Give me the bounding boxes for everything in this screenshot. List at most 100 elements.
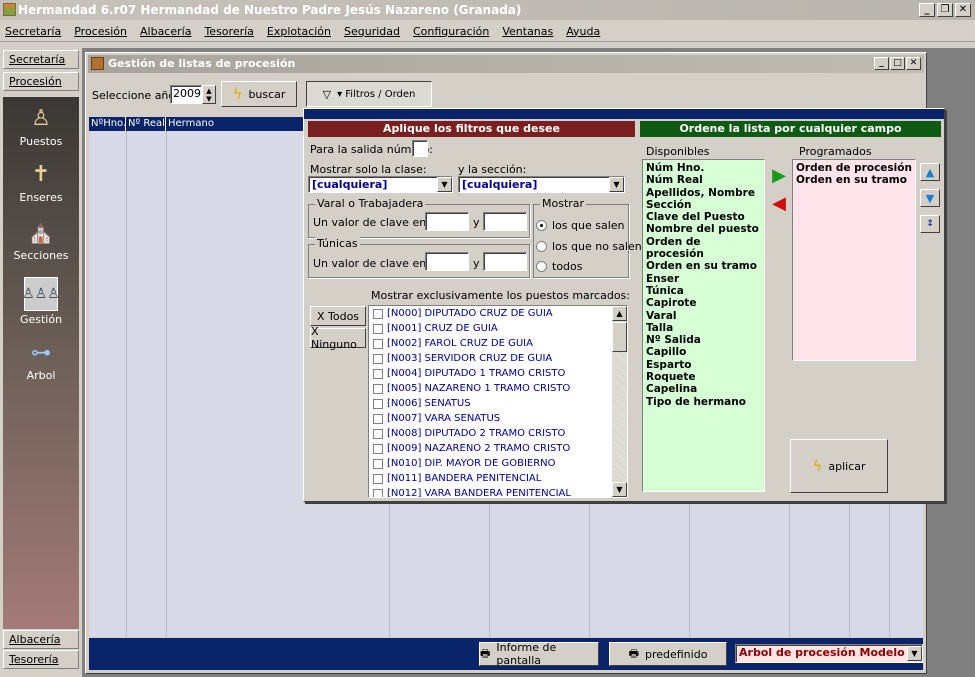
list-item[interactable]: Enser bbox=[646, 273, 761, 285]
search-button[interactable]: ϟ buscar bbox=[221, 81, 297, 107]
list-item[interactable]: Clave del Puesto bbox=[646, 211, 761, 223]
select-all-button[interactable]: X Todos bbox=[310, 306, 366, 326]
list-item[interactable]: Capillo bbox=[646, 346, 761, 358]
nav-albaceria-button[interactable]: Albacería bbox=[3, 630, 79, 649]
nav-tesoreria-button[interactable]: Tesorería bbox=[3, 650, 79, 669]
restore-icon[interactable]: ❐ bbox=[937, 3, 953, 17]
list-item[interactable]: Orden en su tramo bbox=[646, 260, 761, 272]
available-fields-list[interactable]: Núm Hno. Núm Real Apellidos, Nombre Secc… bbox=[642, 159, 765, 492]
list-item[interactable]: [N001] CRUZ DE GUIA bbox=[373, 321, 498, 336]
list-item[interactable]: [N002] FAROL CRUZ DE GUIA bbox=[373, 336, 533, 351]
list-item[interactable]: [N009] NAZARENO 2 TRAMO CRISTO bbox=[373, 441, 570, 456]
list-item[interactable]: Apellidos, Nombre bbox=[646, 187, 761, 199]
list-item[interactable]: Capelina bbox=[646, 383, 761, 395]
apply-button[interactable]: ϟ aplicar bbox=[790, 439, 888, 493]
tunicas-from-input[interactable] bbox=[425, 252, 469, 271]
list-item[interactable]: Orden en su tramo bbox=[796, 174, 912, 186]
list-item[interactable]: Nº Salida bbox=[646, 334, 761, 346]
list-item[interactable]: Sección bbox=[646, 199, 761, 211]
list-item[interactable]: Orden de procesión bbox=[646, 236, 761, 261]
menu-procesion[interactable]: Procesión bbox=[74, 25, 127, 38]
radio-los-que-salen[interactable]: los que salen bbox=[536, 219, 625, 232]
move-down-icon[interactable]: ▼ bbox=[920, 189, 940, 207]
puestos-checklist[interactable]: [N000] DIPUTADO CRUZ DE GUIA [N001] CRUZ… bbox=[368, 305, 628, 498]
filters-order-button[interactable]: ▽ ▾ Filtros / Orden bbox=[306, 81, 432, 107]
list-item[interactable]: Núm Real bbox=[646, 174, 761, 186]
screen-report-button[interactable]: 🖶 Informe de pantalla bbox=[479, 641, 599, 667]
list-item[interactable]: Varal bbox=[646, 310, 761, 322]
col-hermano[interactable]: Hermano bbox=[166, 117, 296, 131]
nav-arbol[interactable]: ⊶ Arbol bbox=[3, 337, 79, 382]
nav-enseres[interactable]: ✝ Enseres bbox=[3, 159, 79, 205]
tunicas-to-input[interactable] bbox=[483, 252, 527, 271]
col-num-hno[interactable]: NºHno. bbox=[89, 117, 126, 131]
list-item[interactable]: Tipo de hermano bbox=[646, 396, 761, 408]
list-item[interactable]: Roquete bbox=[646, 371, 761, 383]
marked-label: Mostrar exclusivamente los puestos marca… bbox=[371, 289, 630, 302]
menu-albaceria[interactable]: Albacería bbox=[140, 25, 191, 38]
menu-ayuda[interactable]: Ayuda bbox=[566, 25, 600, 38]
remove-field-arrow-icon[interactable]: ◀ bbox=[769, 193, 789, 214]
col-num-real[interactable]: Nº Real bbox=[126, 117, 166, 131]
list-item[interactable]: [N008] DIPUTADO 2 TRAMO CRISTO bbox=[373, 426, 565, 441]
default-report-button[interactable]: 🖶 predefinido bbox=[609, 642, 727, 666]
puestos-scrollbar[interactable]: ▲ ▼ bbox=[612, 306, 627, 497]
close-icon[interactable]: ✕ bbox=[955, 3, 971, 17]
list-item[interactable]: Esparto bbox=[646, 359, 761, 371]
chevron-down-icon[interactable]: ▼ bbox=[437, 177, 452, 192]
nav-gestion[interactable]: ♙♙♙ Gestión bbox=[3, 277, 79, 326]
list-item[interactable]: Nombre del puesto bbox=[646, 223, 761, 235]
list-item[interactable]: [N010] DIP. MAYOR DE GOBIERNO bbox=[373, 456, 556, 471]
list-item[interactable]: Talla bbox=[646, 322, 761, 334]
seccion-select[interactable]: [cualquiera] ▼ bbox=[458, 176, 625, 193]
paso-icon: ⛪ bbox=[27, 219, 55, 245]
scroll-down-icon[interactable]: ▼ bbox=[612, 482, 627, 497]
varal-to-input[interactable] bbox=[483, 212, 527, 231]
minimize-icon[interactable]: _ bbox=[919, 3, 935, 17]
nav-procesion-button[interactable]: Procesión bbox=[3, 72, 79, 91]
list-item[interactable]: [N007] VARA SENATUS bbox=[373, 411, 500, 426]
report-model-select[interactable]: Arbol de procesión Modelo 1 ▼ bbox=[735, 644, 923, 663]
chevron-down-icon[interactable]: ▼ bbox=[609, 177, 624, 192]
menu-ventanas[interactable]: Ventanas bbox=[502, 25, 553, 38]
list-item[interactable]: [N000] DIPUTADO CRUZ DE GUIA bbox=[373, 306, 553, 321]
year-spinner[interactable]: ▲ ▼ bbox=[202, 85, 216, 104]
nav-puestos[interactable]: ♙ Puestos bbox=[3, 103, 79, 149]
app-title: Hermandad 6.r07 Hermandad de Nuestro Pad… bbox=[18, 3, 522, 17]
select-none-button[interactable]: X Ninguno bbox=[310, 325, 366, 351]
list-item[interactable]: Capirote bbox=[646, 297, 761, 309]
list-item[interactable]: Túnica bbox=[646, 285, 761, 297]
programmed-fields-list[interactable]: Orden de procesión Orden en su tramo bbox=[792, 159, 916, 361]
menu-configuracion[interactable]: Configuración bbox=[413, 25, 489, 38]
printer-icon: 🖶 bbox=[628, 646, 639, 660]
menu-seguridad[interactable]: Seguridad bbox=[344, 25, 400, 38]
nav-secretaria-button[interactable]: Secretaría bbox=[3, 50, 79, 69]
radio-los-que-no-salen[interactable]: los que no salen bbox=[536, 240, 642, 253]
menu-secretaria[interactable]: Secretaría bbox=[5, 25, 61, 38]
add-field-arrow-icon[interactable]: ▶ bbox=[769, 165, 789, 186]
scroll-thumb[interactable] bbox=[612, 322, 627, 352]
varal-from-input[interactable] bbox=[425, 212, 469, 231]
list-item[interactable]: [N005] NAZARENO 1 TRAMO CRISTO bbox=[373, 381, 570, 396]
menu-tesoreria[interactable]: Tesorería bbox=[204, 25, 253, 38]
move-up-icon[interactable]: ▲ bbox=[920, 163, 940, 181]
child-maximize-icon[interactable]: □ bbox=[890, 57, 905, 70]
list-item[interactable]: [N011] BANDERA PENITENCIAL bbox=[373, 471, 541, 486]
chevron-down-icon[interactable]: ▼ bbox=[907, 646, 922, 661]
scroll-up-icon[interactable]: ▲ bbox=[612, 306, 627, 321]
list-item[interactable]: Núm Hno. bbox=[646, 162, 761, 174]
list-item[interactable]: [N003] SERVIDOR CRUZ DE GUIA bbox=[373, 351, 552, 366]
salida-input[interactable] bbox=[412, 140, 428, 157]
child-minimize-icon[interactable]: _ bbox=[874, 57, 889, 70]
list-item[interactable]: Orden de procesión bbox=[796, 162, 912, 174]
list-item[interactable]: [N006] SENATUS bbox=[373, 396, 471, 411]
child-close-icon[interactable]: ✕ bbox=[906, 57, 921, 70]
list-item[interactable]: [N012] VARA BANDERA PENITENCIAL bbox=[373, 486, 571, 497]
year-input[interactable]: 2009 bbox=[170, 85, 202, 104]
list-item[interactable]: [N004] DIPUTADO 1 TRAMO CRISTO bbox=[373, 366, 565, 381]
sort-az-icon[interactable]: ↕ bbox=[920, 215, 940, 233]
clase-select[interactable]: [cualquiera] ▼ bbox=[308, 176, 453, 193]
nav-secciones[interactable]: ⛪ Secciones bbox=[3, 217, 79, 263]
menu-explotacion[interactable]: Explotación bbox=[267, 25, 331, 38]
radio-todos[interactable]: todos bbox=[536, 260, 583, 273]
